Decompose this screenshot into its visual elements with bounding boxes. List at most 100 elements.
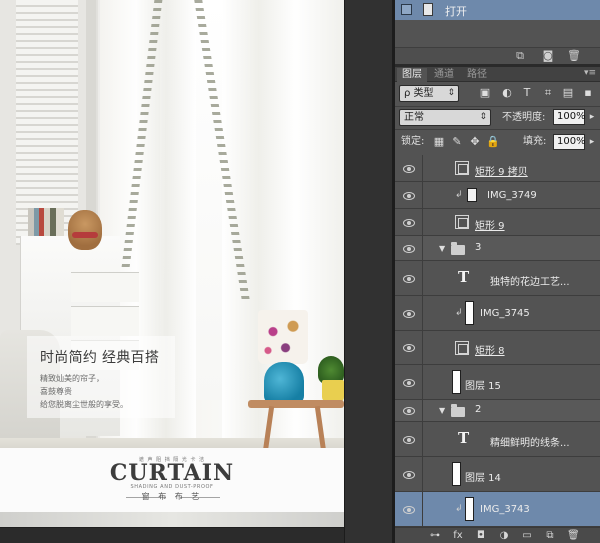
workspace-gutter [344, 0, 394, 543]
camera-snapshot-icon[interactable]: ◙ [541, 50, 555, 62]
layer-name[interactable]: 图层 15 [465, 377, 501, 392]
layer-name[interactable]: 矩形 9 拷贝 [475, 163, 528, 178]
filter-kind-value: 类型 [413, 88, 434, 99]
new-group-icon[interactable]: ▭ [521, 530, 533, 542]
filter-type-icon[interactable]: T [520, 86, 534, 100]
visibility-eye-icon[interactable] [401, 435, 417, 445]
image-thumbnail [452, 462, 461, 486]
layer-name[interactable]: 矩形 8 [475, 342, 505, 357]
layer-row[interactable]: ↲ IMG_3749 [395, 182, 600, 209]
panel-menu-icon[interactable]: ▾≡ [584, 68, 596, 78]
chevron-updown-icon: ⇕ [447, 88, 455, 98]
visibility-eye-icon[interactable] [401, 406, 417, 416]
text-layer-icon: T [458, 429, 470, 447]
chevron-updown-icon: ⇕ [479, 112, 487, 122]
layer-row[interactable]: 矩形 8 [395, 331, 600, 365]
slogan-line: 给您脱离尘世般的享受。 [40, 400, 128, 409]
layer-row[interactable]: 图层 14 [395, 457, 600, 492]
filter-adjustment-icon[interactable]: ◐ [500, 86, 514, 100]
tab-paths[interactable]: 路径 [462, 68, 492, 82]
trash-icon[interactable]: 🗑 [567, 530, 580, 542]
visibility-eye-icon[interactable] [401, 164, 417, 174]
trash-icon[interactable]: 🗑 [567, 50, 581, 62]
visibility-eye-icon[interactable] [401, 191, 417, 201]
filter-smart-object-icon[interactable]: ▤ [561, 86, 575, 100]
new-layer-icon[interactable]: ⧉ [544, 530, 556, 542]
filter-toggle-icon[interactable]: ▪ [581, 86, 595, 100]
slogan-line: 精致灿美的帘子， [40, 374, 104, 383]
new-document-from-state-icon[interactable]: ⧉ [513, 50, 527, 62]
layer-name[interactable]: 2 [475, 404, 481, 415]
layer-row[interactable]: 图层 15 [395, 365, 600, 400]
fill-label: 填充: [523, 136, 547, 147]
opacity-input[interactable]: 100% [553, 109, 586, 125]
layer-row[interactable]: ↲ IMG_3745 [395, 296, 600, 331]
lock-position-icon[interactable]: ✥ [468, 135, 482, 149]
canvas-scrollbar[interactable] [0, 527, 344, 543]
history-item-open[interactable]: 打开 [395, 0, 600, 20]
fill-slider-toggle[interactable]: ▸ [585, 134, 599, 150]
layer-name[interactable]: 3 [475, 242, 481, 253]
visibility-eye-icon[interactable] [401, 309, 417, 319]
opacity-label: 不透明度: [502, 112, 546, 123]
divider [422, 365, 423, 399]
tab-channels[interactable]: 通道 [429, 68, 459, 82]
blend-mode-value: 正常 [404, 112, 424, 123]
document-icon [423, 3, 433, 16]
visibility-eye-icon[interactable] [401, 244, 417, 254]
layer-row-selected[interactable]: ↲ IMG_3743 [395, 492, 600, 527]
divider [422, 261, 423, 295]
clipping-mask-arrow-icon: ↲ [455, 504, 463, 514]
document-canvas[interactable]: 时尚简约 经典百搭 精致灿美的帘子， 喜鼓尊贵 给您脱离尘世般的享受。 遮 声 … [0, 0, 344, 527]
opacity-slider-toggle[interactable]: ▸ [585, 109, 599, 125]
layer-name[interactable]: IMG_3743 [480, 504, 530, 515]
layer-row[interactable]: T 独特的花边工艺... [395, 261, 600, 296]
fx-icon[interactable]: fx [452, 530, 464, 542]
add-mask-icon[interactable]: ◘ [475, 530, 487, 542]
layer-name[interactable]: 独特的花边工艺... [490, 273, 570, 288]
layer-row[interactable]: 矩形 9 拷贝 [395, 155, 600, 182]
divider [422, 422, 423, 456]
lock-transparency-icon[interactable]: ▦ [432, 135, 446, 149]
shape-layer-icon [455, 215, 469, 229]
visibility-eye-icon[interactable] [401, 218, 417, 228]
expand-triangle-icon[interactable]: ▼ [439, 244, 445, 253]
visibility-eye-icon[interactable] [401, 470, 417, 480]
image-thumbnail [452, 370, 461, 394]
divider [422, 182, 423, 208]
layer-group-row[interactable]: ▼ 2 [395, 400, 600, 422]
visibility-eye-icon[interactable] [401, 505, 417, 515]
lock-all-icon[interactable]: 🔒 [486, 135, 500, 149]
drawer [71, 306, 139, 336]
folder-icon [451, 242, 465, 255]
layer-row[interactable]: T 精细鲜明的线条... [395, 422, 600, 457]
blend-mode-select[interactable]: 正常 ⇕ [399, 109, 491, 126]
adjustment-layer-icon[interactable]: ◑ [498, 530, 510, 542]
visibility-eye-icon[interactable] [401, 378, 417, 388]
layer-row[interactable]: 矩形 9 [395, 209, 600, 236]
lock-brush-icon[interactable]: ✎ [450, 135, 464, 149]
fill-input[interactable]: 100% [553, 134, 586, 150]
lamp-shade [258, 310, 308, 364]
visibility-eye-icon[interactable] [401, 343, 417, 353]
layer-name[interactable]: 图层 14 [465, 469, 501, 484]
layer-name[interactable]: IMG_3745 [480, 308, 530, 319]
teddy-scarf [72, 232, 98, 238]
tab-layers[interactable]: 图层 [397, 68, 427, 82]
layer-name[interactable]: 精细鲜明的线条... [490, 434, 570, 449]
expand-triangle-icon[interactable]: ▼ [439, 406, 445, 415]
layer-name[interactable]: 矩形 9 [475, 217, 505, 232]
layer-name[interactable]: IMG_3749 [487, 190, 537, 201]
visibility-eye-icon[interactable] [401, 274, 417, 284]
layers-list[interactable]: 矩形 9 拷贝 ↲ IMG_3749 矩形 9 ▼ 3 T 独特的花边工艺...… [395, 155, 600, 527]
shape-layer-icon [455, 341, 469, 355]
layer-group-row[interactable]: ▼ 3 [395, 236, 600, 261]
link-layers-icon[interactable]: ⊶ [429, 530, 441, 542]
filter-shape-icon[interactable]: ⌗ [541, 86, 555, 100]
history-snapshot-checkbox[interactable] [401, 4, 412, 15]
filter-kind-select[interactable]: ρ 类型 ⇕ [399, 85, 459, 102]
image-thumbnail [465, 497, 474, 521]
filter-pixel-icon[interactable]: ▣ [478, 86, 492, 100]
divider [422, 400, 423, 421]
brand-title: CURTAIN [109, 460, 235, 486]
